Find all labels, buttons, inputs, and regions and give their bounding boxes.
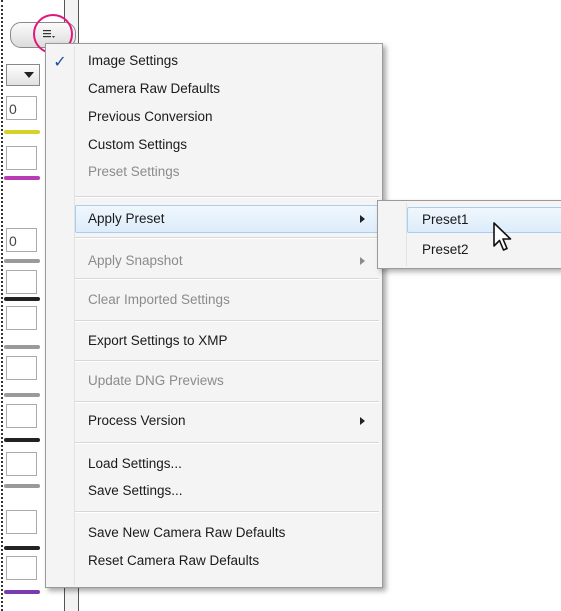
panel-slider[interactable] xyxy=(4,297,40,301)
menu-item-load-settings[interactable]: Load Settings... xyxy=(75,450,379,478)
submenu-arrow-icon xyxy=(360,257,365,265)
panel-value-field[interactable] xyxy=(6,146,37,170)
menu-item-label: Apply Preset xyxy=(88,211,165,226)
panel-slider[interactable] xyxy=(4,130,40,134)
panel-slider[interactable] xyxy=(4,393,40,397)
menu-separator xyxy=(75,237,379,239)
menu-item-preset-settings: Preset Settings xyxy=(88,164,180,179)
menu-item-label: Apply Snapshot xyxy=(88,253,183,268)
panel-value-field[interactable] xyxy=(6,356,37,380)
panel-slider[interactable] xyxy=(4,438,40,442)
submenu-item-preset2[interactable]: Preset2 xyxy=(407,237,561,263)
menu-separator xyxy=(75,442,379,444)
mouse-pointer-icon xyxy=(493,222,512,251)
panel-value-field[interactable]: 0 xyxy=(6,96,37,120)
menu-separator xyxy=(75,511,379,513)
menu-item-label: Process Version xyxy=(88,413,186,428)
menu-item-image-settings[interactable]: Image Settings xyxy=(75,47,379,75)
menu-separator xyxy=(75,360,379,362)
menu-item-custom-settings[interactable]: Custom Settings xyxy=(75,131,379,159)
menu-item-process-version[interactable]: Process Version xyxy=(75,407,379,435)
panel-value-field[interactable] xyxy=(6,556,37,580)
menu-item-save-new-camera-raw-defaults[interactable]: Save New Camera Raw Defaults xyxy=(75,519,379,547)
panel-dropdown[interactable] xyxy=(6,64,40,86)
settings-flyout-menu: ✓ Image Settings Camera Raw Defaults Pre… xyxy=(45,43,383,588)
panel-value-field[interactable] xyxy=(6,510,37,534)
panel-slider[interactable] xyxy=(4,546,40,550)
panel-slider[interactable] xyxy=(4,484,40,488)
menu-item-previous-conversion[interactable]: Previous Conversion xyxy=(75,103,379,131)
panel-value-field[interactable] xyxy=(6,452,37,476)
submenu-arrow-icon xyxy=(360,417,365,425)
menu-item-clear-imported-settings: Clear Imported Settings xyxy=(88,292,230,307)
menu-item-reset-camera-raw-defaults[interactable]: Reset Camera Raw Defaults xyxy=(75,547,379,575)
menu-item-apply-snapshot: Apply Snapshot xyxy=(75,247,379,275)
menu-separator xyxy=(75,401,379,403)
panel-slider[interactable] xyxy=(4,590,40,594)
panel-value-field[interactable]: 0 xyxy=(6,228,37,252)
apply-preset-submenu: Preset1 Preset2 xyxy=(377,200,561,269)
checkmark-icon: ✓ xyxy=(53,54,67,71)
menu-item-update-dng-previews: Update DNG Previews xyxy=(88,373,224,388)
dropdown-arrow-icon xyxy=(24,72,34,78)
menu-item-export-settings-to-xmp[interactable]: Export Settings to XMP xyxy=(75,327,379,355)
panel-dotted-edge xyxy=(1,0,3,611)
panel-slider[interactable] xyxy=(4,176,40,180)
submenu-arrow-icon xyxy=(360,215,365,223)
menu-item-apply-preset[interactable]: Apply Preset xyxy=(75,205,379,233)
panel-slider[interactable] xyxy=(4,345,40,349)
menu-separator xyxy=(75,278,379,280)
menu-separator xyxy=(75,320,379,322)
submenu-item-preset1[interactable]: Preset1 xyxy=(407,207,561,233)
menu-item-camera-raw-defaults[interactable]: Camera Raw Defaults xyxy=(75,75,379,103)
panel-value-field[interactable] xyxy=(6,270,37,294)
menu-separator xyxy=(75,196,379,198)
panel-value-field[interactable] xyxy=(6,306,37,330)
panel-value-field[interactable] xyxy=(6,404,37,428)
panel-slider[interactable] xyxy=(4,259,40,263)
menu-item-save-settings[interactable]: Save Settings... xyxy=(75,477,379,505)
